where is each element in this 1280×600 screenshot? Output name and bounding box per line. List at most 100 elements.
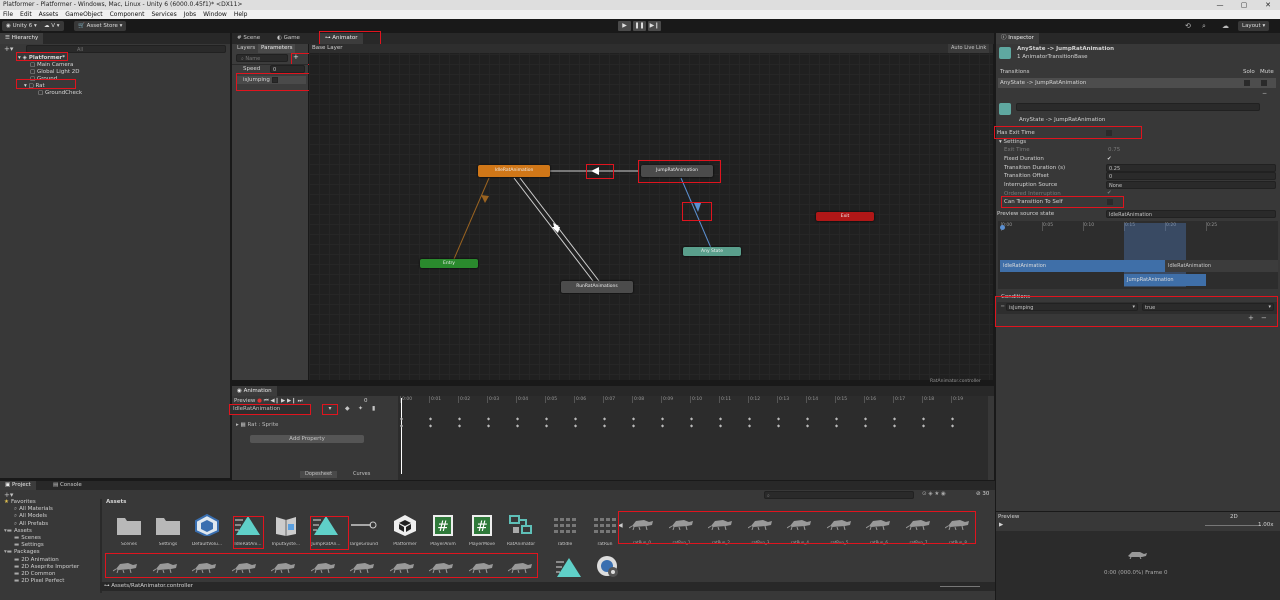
transition-duration-field[interactable]: 0.25 bbox=[1106, 164, 1276, 172]
keyframe-diamond-icon[interactable]: ◆ bbox=[690, 416, 693, 421]
keyframe-diamond-icon[interactable]: ◆ bbox=[574, 416, 577, 421]
base-layer-breadcrumb[interactable]: Base Layer bbox=[312, 45, 342, 51]
project-tree-item[interactable]: ⌕ All Prefabs bbox=[2, 521, 98, 528]
transition-name-field[interactable] bbox=[1016, 103, 1260, 111]
project-filter-icons[interactable]: ⊙ ◈ ★ ◉ bbox=[922, 491, 946, 497]
preview-play-button[interactable]: ▶ bbox=[999, 522, 1003, 528]
hierarchy-item-main-camera[interactable]: ▢ Main Camera bbox=[30, 62, 73, 68]
idle-sprite-item[interactable] bbox=[424, 559, 460, 574]
asset-item[interactable]: IdleRatAni... bbox=[229, 514, 267, 547]
asset-item[interactable]: Settings bbox=[149, 514, 187, 547]
asset-item[interactable]: DefaultVolu... bbox=[188, 513, 226, 547]
auto-live-link-button[interactable]: Auto Live Link bbox=[948, 44, 990, 53]
state-jump[interactable]: JumpRatAnimation bbox=[641, 165, 713, 177]
tab-game[interactable]: ◐ Game bbox=[272, 33, 305, 44]
idle-sprite-item[interactable] bbox=[345, 559, 381, 574]
keyframe-diamond-icon[interactable]: ◆ bbox=[516, 416, 519, 421]
layout-dropdown[interactable]: Layout ▾ bbox=[1238, 21, 1270, 31]
project-tree-item[interactable]: ▬ 2D Animation bbox=[2, 557, 98, 564]
remove-condition-button[interactable]: − bbox=[1261, 314, 1267, 322]
state-any-state[interactable]: Any State bbox=[683, 247, 741, 256]
project-tree-item[interactable]: ▾▬ Assets bbox=[2, 528, 98, 535]
menu-services[interactable]: Services bbox=[151, 10, 176, 19]
preview-source-dropdown[interactable]: IdleRatAnimation bbox=[1106, 210, 1276, 218]
project-tree-item[interactable]: ⌕ All Models bbox=[2, 513, 98, 520]
keyframe-diamond-icon[interactable]: ◆ bbox=[429, 423, 432, 428]
sprite-item[interactable]: ratRun_1 bbox=[664, 516, 700, 545]
state-idle[interactable]: IdleRatAnimation bbox=[478, 165, 550, 177]
project-tree-item[interactable]: ▾▬ Packages bbox=[2, 549, 98, 556]
keyframe-diamond-icon[interactable]: ◆ bbox=[429, 416, 432, 421]
hierarchy-item-ground[interactable]: ▢ Ground bbox=[30, 76, 57, 82]
keyframe-diamond-icon[interactable]: ◆ bbox=[777, 423, 780, 428]
render-settings-asset[interactable] bbox=[588, 554, 626, 582]
project-tree-item[interactable]: ▬ Scenes bbox=[2, 535, 98, 542]
sprite-item[interactable]: ratRun_6 bbox=[861, 516, 897, 545]
keyframe-diamond-icon[interactable]: ◆ bbox=[748, 416, 751, 421]
add-key-icon[interactable]: ✦ bbox=[358, 405, 363, 412]
project-tree-item[interactable]: ▬ Settings bbox=[2, 542, 98, 549]
add-gameobject-button[interactable]: +▾ bbox=[4, 45, 13, 53]
interruption-source-dropdown[interactable]: None bbox=[1106, 181, 1276, 189]
menu-window[interactable]: Window bbox=[203, 10, 227, 19]
add-keyframe-dropdown[interactable]: ▾ bbox=[322, 404, 338, 415]
idle-sprite-item[interactable] bbox=[464, 559, 500, 574]
idle-sprite-item[interactable] bbox=[385, 559, 421, 574]
tab-parameters[interactable]: Parameters bbox=[258, 44, 296, 53]
keyframe-diamond-icon[interactable]: ◆ bbox=[922, 416, 925, 421]
cloud-button[interactable]: ☁ V ▾ bbox=[40, 21, 64, 31]
remove-transition-button[interactable]: − bbox=[1262, 90, 1267, 97]
keyframe-diamond-icon[interactable]: ◆ bbox=[835, 416, 838, 421]
history-icon[interactable]: ⟲ bbox=[1185, 22, 1191, 30]
asset-item[interactable]: # PlayerMove bbox=[463, 514, 501, 547]
can-transition-to-self-checkbox[interactable] bbox=[1107, 199, 1113, 205]
keyframe-icon[interactable]: ◆ bbox=[345, 405, 350, 412]
condition-value-dropdown[interactable]: true ▾ bbox=[1142, 303, 1274, 311]
animation-track[interactable]: ▸ ▦ Rat : Sprite bbox=[236, 422, 278, 428]
keyframe-diamond-icon[interactable]: ◆ bbox=[516, 423, 519, 428]
drag-handle-icon[interactable]: ═ bbox=[1001, 304, 1004, 310]
keyframe-diamond-icon[interactable]: ◆ bbox=[400, 423, 403, 428]
sprite-item[interactable]: ratRun_7 bbox=[901, 516, 937, 545]
add-parameter-button[interactable]: + bbox=[293, 53, 299, 61]
timeline-start-marker[interactable] bbox=[1000, 225, 1005, 230]
hierarchy-item-rat[interactable]: ▾ ▢ Rat bbox=[24, 83, 45, 89]
state-run[interactable]: RunRatAnimations bbox=[561, 281, 633, 293]
keyframe-diamond-icon[interactable]: ◆ bbox=[748, 423, 751, 428]
sprite-item[interactable]: ratRun_8 bbox=[940, 516, 976, 545]
asset-item[interactable]: ratIdle bbox=[546, 514, 584, 547]
add-property-button[interactable]: Add Property bbox=[250, 435, 364, 443]
play-button[interactable]: ▶ bbox=[618, 21, 631, 31]
animation-timeline-ruler[interactable]: 0:00 0:01 0:02 0:03 0:04 0:05 0:06 0:07 0:08 0:09… bbox=[398, 396, 988, 404]
close-button[interactable]: ✕ bbox=[1256, 0, 1280, 10]
menu-help[interactable]: Help bbox=[234, 10, 248, 19]
tab-console[interactable]: ▤ Console bbox=[48, 481, 87, 490]
preview-speed-slider[interactable] bbox=[1205, 525, 1261, 526]
project-tree-item[interactable]: ▬ 2D Common bbox=[2, 571, 98, 578]
solo-checkbox[interactable] bbox=[1244, 80, 1250, 86]
keyframe-diamond-icon[interactable]: ◆ bbox=[487, 423, 490, 428]
keyframe-diamond-icon[interactable]: ◆ bbox=[806, 416, 809, 421]
keyframe-diamond-icon[interactable]: ◆ bbox=[574, 423, 577, 428]
tab-animation[interactable]: ◉ Animation bbox=[232, 386, 277, 396]
maximize-button[interactable]: ▢ bbox=[1232, 0, 1256, 10]
keyframe-diamond-icon[interactable]: ◆ bbox=[719, 416, 722, 421]
cloud-build-icon[interactable]: ☁ bbox=[1222, 22, 1229, 30]
menu-gameobject[interactable]: GameObject bbox=[65, 10, 102, 19]
tab-hierarchy[interactable]: ☰ Hierarchy bbox=[0, 33, 44, 44]
hierarchy-item-groundcheck[interactable]: ▢ GroundCheck bbox=[38, 90, 82, 96]
project-tree-item[interactable]: ★ Favorites bbox=[2, 499, 98, 506]
asset-item[interactable]: largeGround bbox=[345, 514, 383, 547]
keyframe-diamond-icon[interactable]: ◆ bbox=[545, 416, 548, 421]
sprite-item[interactable]: ratRun_2 bbox=[703, 516, 739, 545]
project-breadcrumb[interactable]: Assets bbox=[106, 499, 126, 505]
tab-curves[interactable]: Curves bbox=[348, 471, 375, 478]
exit-time-field[interactable]: 0.75 bbox=[1108, 147, 1120, 153]
clip-dropdown[interactable]: IdleRatAnimation bbox=[229, 404, 311, 415]
tab-animator[interactable]: ⊶ Animator bbox=[320, 33, 363, 44]
keyframe-diamond-icon[interactable]: ◆ bbox=[545, 423, 548, 428]
idle-sprite-item[interactable] bbox=[306, 559, 342, 574]
asset-item[interactable]: JumpRatAn... bbox=[307, 514, 345, 547]
project-add-button[interactable]: +▾ bbox=[4, 491, 13, 499]
mute-checkbox[interactable] bbox=[1261, 80, 1267, 86]
